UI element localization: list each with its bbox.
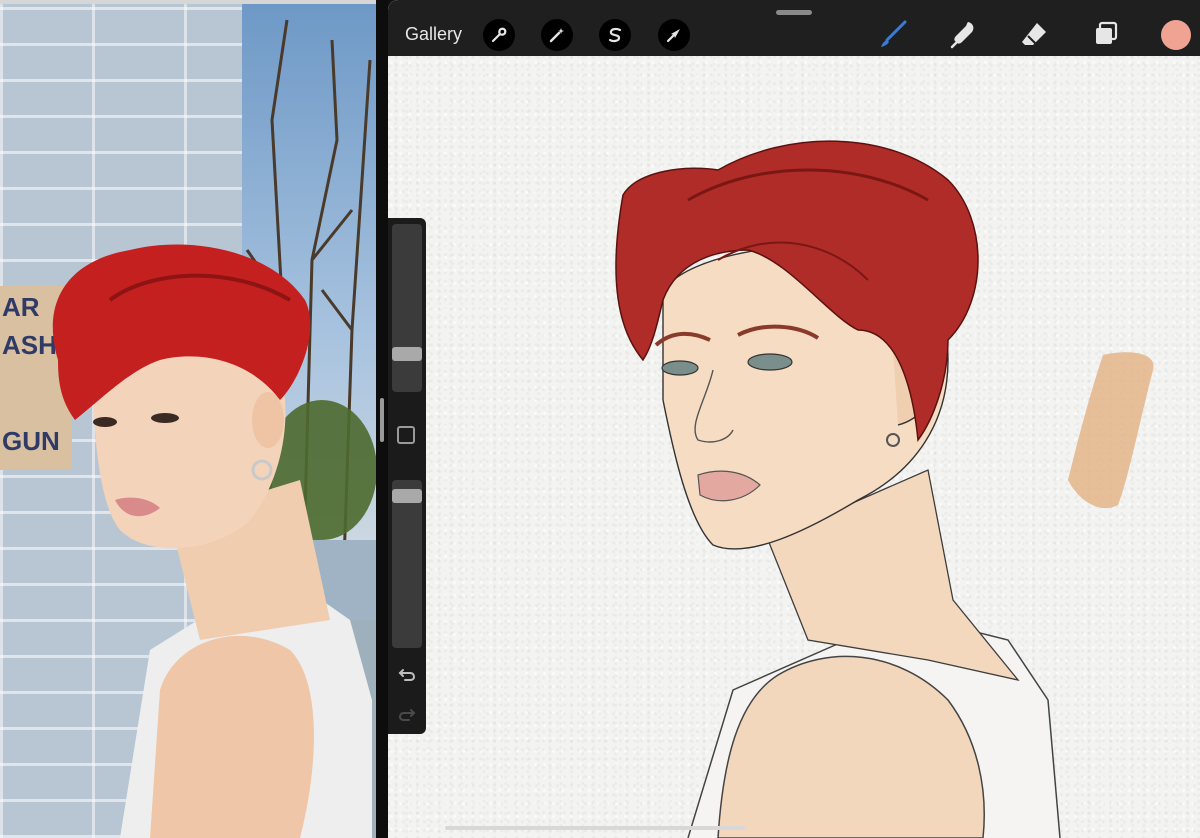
- selection-button[interactable]: [599, 19, 631, 51]
- color-picker-button[interactable]: [1161, 20, 1191, 50]
- drawing-canvas[interactable]: [388, 0, 1200, 838]
- artwork: [615, 140, 1154, 838]
- opacity-slider[interactable]: [392, 480, 422, 648]
- modify-button[interactable]: [397, 426, 415, 444]
- undo-button[interactable]: [397, 664, 417, 684]
- person-photo: [52, 244, 372, 838]
- undo-icon: [398, 669, 416, 681]
- arrow-cursor-icon: [666, 29, 680, 43]
- reference-photo: AR ASH GUN: [0, 0, 376, 838]
- magic-wand-icon: [549, 28, 564, 43]
- transform-button[interactable]: [658, 19, 690, 51]
- actions-button[interactable]: [483, 19, 515, 51]
- smudge-icon: [950, 22, 974, 49]
- gallery-button[interactable]: Gallery: [405, 24, 462, 44]
- sidebar: [388, 218, 426, 734]
- adjustments-button[interactable]: [541, 19, 573, 51]
- eraser-icon: [1022, 23, 1046, 46]
- brush-tool-button[interactable]: [878, 18, 910, 50]
- opacity-thumb[interactable]: [392, 489, 422, 504]
- smudge-tool-button[interactable]: [948, 18, 980, 50]
- brush-icon: [881, 20, 907, 47]
- grabber-bar[interactable]: [776, 10, 812, 15]
- split-view-handle[interactable]: [380, 398, 384, 442]
- redo-icon: [398, 709, 416, 721]
- photo-top-edge: [0, 0, 376, 4]
- layers-button[interactable]: [1090, 18, 1122, 50]
- brush-size-slider[interactable]: [392, 224, 422, 392]
- color-swatch-stroke: [1068, 352, 1154, 509]
- selection-s-icon: [608, 27, 622, 43]
- home-indicator[interactable]: [445, 826, 745, 830]
- redo-button[interactable]: [397, 704, 417, 724]
- brush-size-thumb[interactable]: [392, 347, 422, 362]
- layers-icon: [1096, 21, 1118, 44]
- wrench-icon: [491, 27, 507, 43]
- eraser-tool-button[interactable]: [1018, 18, 1050, 50]
- top-toolbar: Gallery: [388, 0, 1200, 56]
